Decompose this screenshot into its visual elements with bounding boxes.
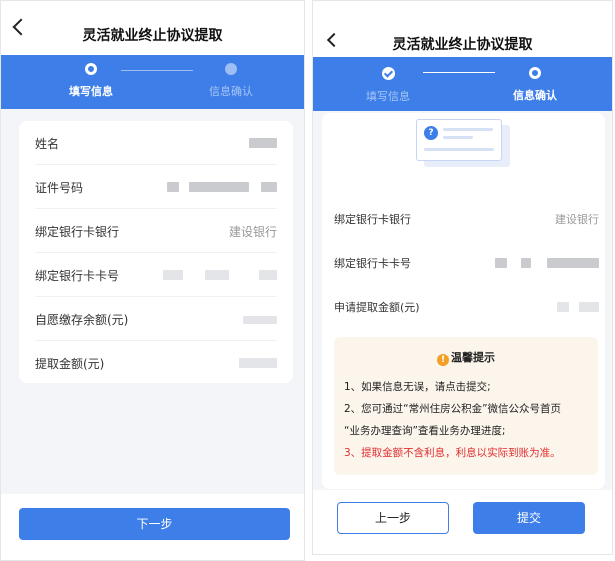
bottom-bar: 下一步 bbox=[1, 494, 304, 560]
step-confirm-info: 信息确认 bbox=[485, 67, 585, 103]
step-label: 填写信息 bbox=[69, 85, 113, 98]
field-value: 建设银行 bbox=[228, 225, 277, 239]
form-row-balance[interactable]: 自愿缴存余额(元) bbox=[35, 297, 277, 341]
tips-panel: ! 温馨提示 1、如果信息无误，请点击提交; 2、您可通过“常州住房公积金”微信公… bbox=[334, 337, 598, 475]
document-illustration-icon: ? bbox=[412, 119, 510, 167]
tip-line: “业务办理查询”查看业务办理进度; bbox=[344, 425, 506, 437]
nav-bar: 灵活就业终止协议提取 bbox=[313, 1, 612, 57]
field-label: 自愿缴存余额(元) bbox=[35, 313, 129, 327]
field-label: 绑定银行卡卡号 bbox=[35, 269, 120, 283]
tips-title-text: 温馨提示 bbox=[451, 351, 495, 364]
question-icon: ? bbox=[424, 126, 438, 140]
step-label: 信息确认 bbox=[209, 85, 253, 98]
tips-title: ! 温馨提示 bbox=[334, 349, 598, 366]
form-card: 姓名 证件号码 绑定银行卡银行 建设银行 绑定银行卡卡号 自愿缴存余额(元) 提… bbox=[19, 121, 293, 383]
next-step-button[interactable]: 下一步 bbox=[19, 508, 290, 540]
step-indicator: 填写信息 信息确认 bbox=[1, 55, 304, 109]
masked-value bbox=[163, 270, 183, 280]
check-icon bbox=[381, 67, 395, 80]
step-active-dot-icon bbox=[85, 63, 97, 75]
masked-value bbox=[243, 316, 277, 324]
field-label: 申请提取金额(元) bbox=[334, 301, 420, 314]
step-confirm-info: 信息确认 bbox=[181, 63, 281, 99]
masked-value bbox=[259, 270, 277, 280]
form-row-name[interactable]: 姓名 bbox=[35, 121, 277, 165]
exclamation-icon: ! bbox=[437, 354, 449, 366]
bottom-bar: 上一步 提交 bbox=[313, 490, 612, 554]
tip-line: 2、您可通过“常州住房公积金”微信公众号首页 bbox=[344, 403, 562, 415]
masked-value bbox=[521, 258, 531, 268]
field-label: 绑定银行卡银行 bbox=[334, 213, 411, 226]
form-row-amount[interactable]: 提取金额(元) bbox=[35, 341, 277, 385]
masked-value bbox=[557, 302, 569, 312]
confirm-screen: 灵活就业终止协议提取 填写信息 信息确认 ? 绑定银行卡银行 建设银行 绑定银行… bbox=[312, 0, 613, 555]
step-label: 填写信息 bbox=[366, 90, 410, 103]
masked-value bbox=[249, 138, 277, 148]
confirm-row-card-number: 绑定银行卡卡号 bbox=[334, 255, 599, 299]
tip-line: 1、如果信息无误，请点击提交; bbox=[344, 381, 491, 393]
field-label: 绑定银行卡银行 bbox=[35, 225, 120, 239]
submit-button[interactable]: 提交 bbox=[473, 502, 585, 534]
confirm-row-bank: 绑定银行卡银行 建设银行 bbox=[334, 211, 599, 255]
masked-value bbox=[547, 258, 599, 268]
masked-value bbox=[579, 302, 599, 312]
form-row-id-number[interactable]: 证件号码 bbox=[35, 165, 277, 209]
masked-value bbox=[495, 258, 507, 268]
page-title: 灵活就业终止协议提取 bbox=[82, 28, 223, 44]
step-indicator: 填写信息 信息确认 bbox=[313, 57, 612, 111]
confirm-card: ? 绑定银行卡银行 建设银行 绑定银行卡卡号 申请提取金额(元) !温馨提示 bbox=[322, 113, 605, 489]
field-label: 绑定银行卡卡号 bbox=[334, 257, 411, 270]
field-label: 提取金额(元) bbox=[35, 357, 105, 371]
form-screen: 灵活就业终止协议提取 填写信息 信息确认 姓名 证件号码 绑定银行卡银行 建设银… bbox=[0, 0, 305, 561]
masked-value bbox=[205, 270, 229, 280]
field-label: 姓名 bbox=[35, 137, 60, 151]
step-fill-info: 填写信息 bbox=[41, 63, 141, 99]
masked-value bbox=[239, 358, 277, 368]
form-row-card-number[interactable]: 绑定银行卡卡号 bbox=[35, 253, 277, 297]
masked-value bbox=[189, 182, 249, 192]
masked-value bbox=[167, 182, 179, 192]
nav-bar: 灵活就业终止协议提取 bbox=[1, 1, 304, 55]
tip-line-warning: 3、提取金额不含利息，利息以实际到账为准。 bbox=[344, 447, 561, 459]
step-inactive-dot-icon bbox=[225, 63, 237, 75]
field-value: 建设银行 bbox=[555, 213, 599, 226]
masked-value bbox=[261, 182, 277, 192]
form-row-bank[interactable]: 绑定银行卡银行 建设银行 bbox=[35, 209, 277, 253]
page-title: 灵活就业终止协议提取 bbox=[392, 37, 533, 53]
step-active-dot-icon bbox=[529, 67, 541, 79]
previous-step-button[interactable]: 上一步 bbox=[337, 502, 449, 534]
field-label: 证件号码 bbox=[35, 181, 84, 195]
step-label: 信息确认 bbox=[513, 89, 557, 102]
